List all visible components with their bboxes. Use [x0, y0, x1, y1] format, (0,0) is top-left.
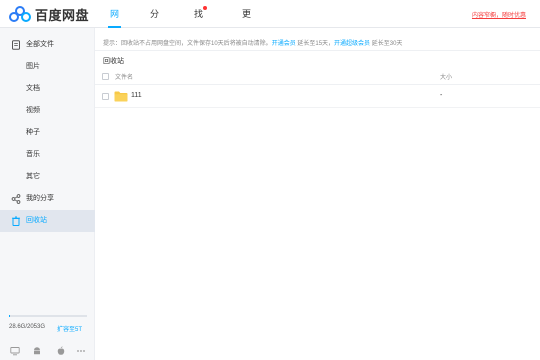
- apple-icon[interactable]: [56, 346, 66, 356]
- sidebar-item-all-files[interactable]: 全部文件: [0, 34, 95, 56]
- sidebar-item-torrents[interactable]: 种子: [0, 122, 95, 144]
- quota-text: 28.6G/2053G: [9, 324, 46, 330]
- file-icon: [12, 40, 20, 50]
- select-all-checkbox[interactable]: [102, 73, 109, 80]
- sidebar: 全部文件 图片 文档 视频 种子 音乐 其它 我的分享 回收站 28.6G/20…: [0, 28, 95, 360]
- file-size: -: [440, 92, 443, 99]
- nav-tab-share[interactable]: 分享: [150, 0, 159, 47]
- device-links: [10, 346, 88, 356]
- sidebar-item-my-shares[interactable]: 我的分享: [0, 188, 95, 210]
- sidebar-item-recycle-bin[interactable]: 回收站: [0, 210, 95, 232]
- sidebar-item-label: 文档: [26, 85, 40, 92]
- sidebar-item-label: 音乐: [26, 151, 40, 158]
- sidebar-item-other[interactable]: 其它: [0, 166, 95, 188]
- divider: [95, 50, 540, 51]
- quota-progress-bar: [9, 315, 87, 317]
- sidebar-item-label: 视频: [26, 107, 40, 114]
- sidebar-item-documents[interactable]: 文档: [0, 78, 95, 100]
- sidebar-item-label: 其它: [26, 173, 40, 180]
- sidebar-item-images[interactable]: 图片: [0, 56, 95, 78]
- app-name: 百度网盘: [35, 7, 90, 23]
- nav-tab-find-resources[interactable]: 找资源: [194, 0, 208, 75]
- file-name[interactable]: 111: [131, 92, 142, 99]
- tip-text-mid: 延长至15天，: [295, 41, 335, 47]
- quota-progress-fill: [9, 315, 11, 317]
- column-header-name[interactable]: 文件名: [115, 72, 133, 81]
- sidebar-item-music[interactable]: 音乐: [0, 144, 95, 166]
- sidebar-item-label: 回收站: [26, 217, 47, 224]
- row-checkbox[interactable]: [102, 93, 109, 100]
- nav-tab-netdisk[interactable]: 网盘: [107, 0, 122, 47]
- trash-icon: [12, 216, 20, 226]
- retention-tip: 提示：回收站不占用网盘空间，文件保存10天后将被自动清除。开通会员 延长至15天…: [103, 38, 402, 47]
- vip-link[interactable]: 开通会员: [272, 41, 296, 47]
- column-header-size[interactable]: 大小: [440, 72, 452, 81]
- tip-text: 提示：回收站不占用网盘空间，文件保存10天后将被自动清除。: [103, 41, 272, 47]
- super-vip-link[interactable]: 开通超级会员: [334, 41, 370, 47]
- nav-tab-more[interactable]: 更多: [242, 0, 251, 47]
- tip-text-suffix: 延长至30天: [370, 41, 403, 47]
- sidebar-item-label: 全部文件: [26, 41, 54, 48]
- folder-icon: [114, 91, 128, 102]
- cloud-logo-icon: [9, 6, 31, 22]
- main-content: 提示：回收站不占用网盘空间，文件保存10天后将被自动清除。开通会员 延长至15天…: [95, 28, 540, 360]
- promo-link[interactable]: 内容窄橱，随时优惠: [472, 10, 526, 19]
- expand-storage-link[interactable]: 扩容至5T: [57, 324, 82, 333]
- table-row[interactable]: 111 -: [95, 86, 540, 108]
- sidebar-item-label: 图片: [26, 63, 40, 70]
- sidebar-item-videos[interactable]: 视频: [0, 100, 95, 122]
- table-header: 文件名 大小: [95, 68, 540, 85]
- top-bar: 百度网盘 网盘 分享 找资源 更多 内容窄橱，随时优惠: [0, 0, 540, 75]
- app-logo[interactable]: 百度网盘: [9, 5, 89, 23]
- breadcrumb: 回收站: [103, 58, 124, 65]
- share-icon: [11, 194, 21, 204]
- monitor-icon[interactable]: [10, 346, 20, 356]
- notification-dot: [203, 6, 208, 10]
- sidebar-item-label: 种子: [26, 129, 40, 136]
- more-icon[interactable]: [76, 346, 86, 356]
- android-icon[interactable]: [32, 346, 42, 356]
- sidebar-item-label: 我的分享: [26, 195, 54, 202]
